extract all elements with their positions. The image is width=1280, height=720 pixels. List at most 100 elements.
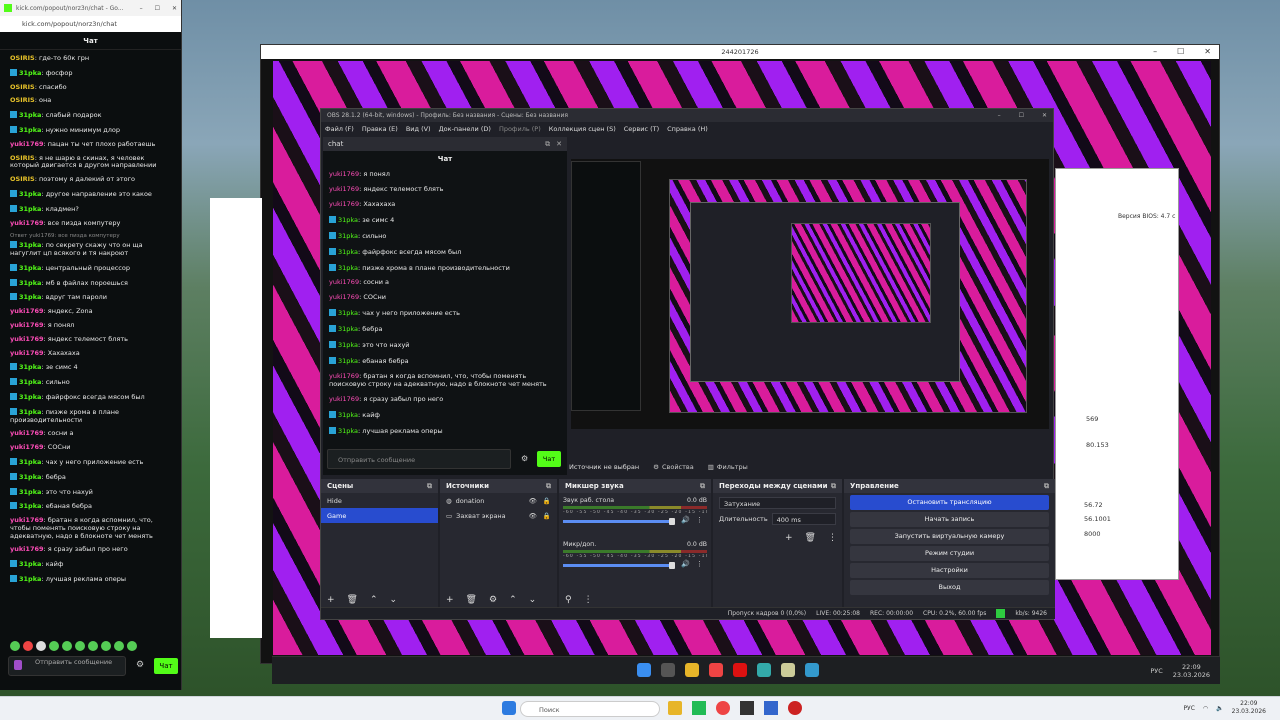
more-icon[interactable]: ⋮ [696,560,703,568]
background-browser-window[interactable] [210,198,262,638]
kick-url-bar[interactable]: kick.com/popout/norz3n/chat [0,16,181,32]
gear-icon[interactable]: ⚙ [136,660,144,670]
chat-username[interactable]: 31pka [338,411,358,419]
chat-username[interactable]: OSIRIS [10,54,35,62]
obs-window[interactable]: OBS 28.1.2 (64-bit, windows) - Профиль: … [320,108,1055,620]
add-icon[interactable]: + [446,595,454,605]
close-icon[interactable]: ✕ [1204,47,1211,56]
chat-username[interactable]: 31pka [338,309,358,318]
chat-message-input[interactable]: Отправить сообщение [327,449,511,469]
app-icon[interactable] [805,663,819,677]
chat-username[interactable]: 31pka [19,378,41,386]
menu-file[interactable]: Файл (F) [325,125,354,133]
float-icon[interactable]: ⧉ [831,482,836,490]
chat-username[interactable]: yuki1769 [329,293,359,302]
chat-username[interactable]: 31pka [19,241,41,249]
start-virtual-camera-button[interactable]: Запустить виртуальную камеру [850,529,1049,544]
chat-send-button[interactable]: Чат [537,451,561,467]
app-icon[interactable] [781,663,795,677]
chat-username[interactable]: 31pka [338,248,358,256]
lock-icon[interactable]: 🔒 [543,497,551,505]
chat-username[interactable]: yuki1769 [329,372,359,380]
chat-username[interactable]: OSIRIS [10,154,35,162]
maximize-icon[interactable]: ☐ [1177,47,1184,56]
chat-username[interactable]: 31pka [19,393,41,401]
chat-username[interactable]: 31pka [338,325,358,334]
source-item[interactable]: ◍ donation 👁 🔒 [440,493,557,508]
down-icon[interactable]: ⌄ [390,595,398,605]
volume-slider[interactable] [563,518,675,525]
chat-username[interactable]: 31pka [19,363,41,371]
chat-username[interactable]: yuki1769 [10,429,44,437]
menu-view[interactable]: Вид (V) [406,125,431,133]
system-info-window[interactable]: Версия BIOS: 4.7 с 569 80.153 56.72 56.1… [1055,168,1179,580]
transition-select[interactable]: Затухание [719,497,836,509]
trash-icon[interactable]: 🗑 [466,595,477,605]
chat-username[interactable]: 31pka [19,293,41,301]
chrome-icon[interactable] [716,701,730,715]
chat-username[interactable]: yuki1769 [329,395,359,403]
chat-username[interactable]: yuki1769 [329,185,359,193]
chat-username[interactable]: yuki1769 [10,307,44,315]
clock[interactable]: 22:09 23.03.2026 [1232,700,1266,716]
duration-input[interactable]: 400 ms [771,513,836,525]
chat-username[interactable]: OSIRIS [10,96,35,104]
chat-username[interactable]: yuki1769 [10,349,44,357]
chat-username[interactable]: yuki1769 [329,200,359,208]
close-icon[interactable]: ✕ [1042,112,1047,119]
language-indicator[interactable]: РУС [1183,705,1194,712]
float-icon[interactable]: ⧉ [546,482,551,490]
chat-username[interactable]: 31pka [19,575,41,583]
chat-username[interactable]: yuki1769 [329,170,359,178]
speaker-icon[interactable]: 🔈 [1216,705,1223,712]
chat-username[interactable]: 31pka [19,473,41,481]
gear-icon[interactable]: ⚙ [521,454,528,463]
search-icon[interactable] [661,663,675,677]
float-icon[interactable]: ⧉ [427,482,432,490]
chat-username[interactable]: 31pka [338,357,358,366]
opera-icon[interactable] [733,663,747,677]
menu-docks[interactable]: Док-панели (D) [439,125,491,133]
emote-icon[interactable] [10,641,20,651]
down-icon[interactable]: ⌄ [529,595,537,605]
chat-username[interactable]: yuki1769 [10,321,44,329]
stop-streaming-button[interactable]: Остановить трансляцию [850,495,1049,510]
emote-icon[interactable] [49,641,59,651]
chat-username[interactable]: 31pka [338,264,358,272]
maximize-icon[interactable]: ☐ [155,5,160,12]
maximize-icon[interactable]: ☐ [1019,112,1024,119]
float-icon[interactable]: ⧉ [700,482,705,490]
filters-button[interactable]: ▥ Фильтры [708,463,748,471]
chat-username[interactable]: yuki1769 [329,278,359,287]
eye-icon[interactable]: 👁 [529,497,537,505]
chat-username[interactable]: 31pka [19,279,41,287]
speaker-icon[interactable]: 🔊 [681,560,690,568]
clock[interactable]: 22:09 23.03.2026 [1173,663,1210,679]
start-recording-button[interactable]: Начать запись [850,512,1049,527]
chat-username[interactable]: yuki1769 [10,516,44,524]
emote-icon[interactable] [88,641,98,651]
chat-username[interactable]: 31pka [19,190,41,198]
menu-profile[interactable]: Профиль (P) [499,125,541,133]
kick-send-button[interactable]: Чат [154,658,178,674]
volume-slider[interactable] [563,562,675,569]
float-icon[interactable]: ⧉ [545,140,550,148]
minimize-icon[interactable]: – [1153,47,1157,56]
chat-username[interactable]: yuki1769 [10,335,44,343]
chat-username[interactable]: OSIRIS [10,83,35,91]
chat-username[interactable]: 31pka [19,502,41,510]
app-icon[interactable] [740,701,754,715]
taskbar-search[interactable]: Поиск [520,701,660,717]
more-icon[interactable]: ⋮ [828,533,837,543]
more-icon[interactable]: ⋮ [696,516,703,524]
chat-username[interactable]: 31pka [19,205,41,213]
properties-button[interactable]: ⚙ Свойства [653,463,694,471]
source-item[interactable]: ▭ Захват экрана 👁 🔒 [440,508,557,523]
chat-username[interactable]: 31pka [19,488,41,496]
gear-icon[interactable]: ⚙ [489,595,497,605]
lock-icon[interactable]: 🔒 [543,512,551,520]
trash-icon[interactable]: 🗑 [347,595,358,605]
obs-icon[interactable] [788,701,802,715]
menu-edit[interactable]: Правка (E) [362,125,398,133]
menu-scene-collection[interactable]: Коллекция сцен (S) [549,125,616,133]
